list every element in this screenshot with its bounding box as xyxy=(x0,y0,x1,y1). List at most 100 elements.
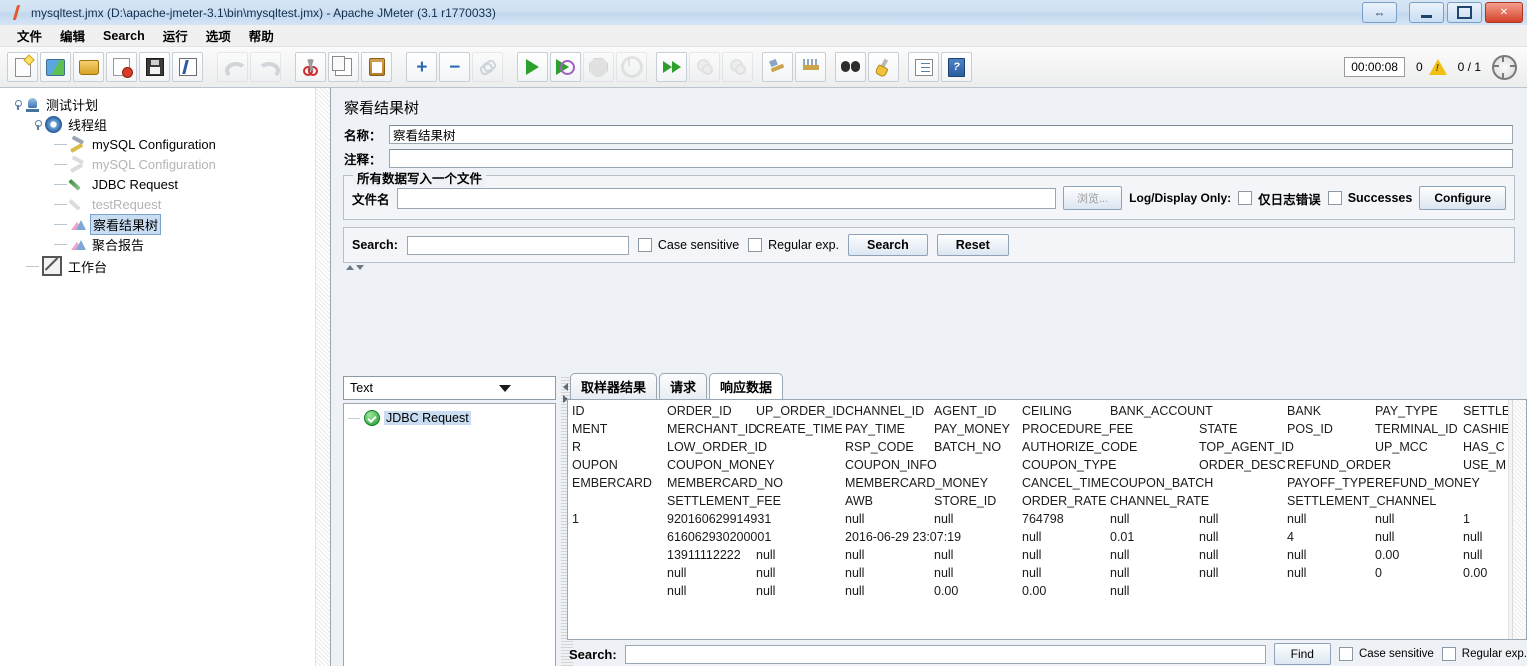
tree-vertical-scrollbar[interactable] xyxy=(315,88,330,666)
render-type-dropdown-button[interactable] xyxy=(450,377,555,399)
menu-options[interactable]: 选项 xyxy=(197,24,240,47)
errors-only-checkbox-row[interactable]: 仅日志错误 xyxy=(1238,189,1321,208)
toolbar-start-no-pauses-button[interactable] xyxy=(550,52,581,82)
toolbar-help-button[interactable]: ? xyxy=(941,52,972,82)
search-input[interactable] xyxy=(406,235,629,255)
toolbar-save-as-button[interactable] xyxy=(172,52,203,82)
restore-down-button[interactable]: ⇔ xyxy=(1362,2,1397,23)
tree-node-mysql-configuration-1[interactable]: mySQL Configuration xyxy=(8,134,330,154)
search-case-sensitive-row[interactable]: Case sensitive xyxy=(637,238,739,252)
search-button[interactable]: Search xyxy=(848,234,928,256)
response-data-cell: 764798 xyxy=(1022,512,1064,526)
toolbar-expand-button[interactable]: + xyxy=(406,52,437,82)
active-threads-count: 0 / 1 xyxy=(1457,60,1481,74)
play-no-pause-icon xyxy=(556,59,575,76)
find-button[interactable]: Find xyxy=(1273,643,1331,665)
toolbar-toggle-button[interactable] xyxy=(472,52,503,82)
response-vertical-scrollbar[interactable] xyxy=(1512,400,1526,639)
tab-sampler-result[interactable]: 取样器结果 xyxy=(570,373,658,399)
filename-input[interactable] xyxy=(396,187,1056,209)
tree-node-mysql-configuration-2[interactable]: mySQL Configuration xyxy=(8,154,330,174)
warning-indicator[interactable]: 0 xyxy=(1416,59,1447,75)
minimize-button[interactable] xyxy=(1409,2,1444,23)
bottom-search-input[interactable] xyxy=(624,644,1266,664)
response-data-cell: null xyxy=(1463,548,1483,562)
tree-node-aggregate-report[interactable]: 聚合报告 xyxy=(8,234,330,254)
toolbar-close-button[interactable] xyxy=(106,52,137,82)
toolbar-paste-button[interactable] xyxy=(361,52,392,82)
toolbar-remote-start-all-button[interactable] xyxy=(656,52,687,82)
response-data-cell: null xyxy=(1110,584,1130,598)
tree-node-thread-group[interactable]: 线程组 xyxy=(8,114,330,134)
menu-run[interactable]: 运行 xyxy=(154,24,197,47)
response-data-row: 13911112222 null null null null null null null 0… xyxy=(572,548,1526,566)
toolbar-clear-all-button[interactable] xyxy=(795,52,826,82)
toolbar-clear-button[interactable] xyxy=(762,52,793,82)
toolbar-remote-stop-all-button[interactable] xyxy=(689,52,720,82)
search-regular-exp-row[interactable]: Regular exp. xyxy=(748,238,839,252)
bottom-regular-exp-label: Regular exp. xyxy=(1461,648,1527,660)
errors-only-checkbox[interactable] xyxy=(1238,191,1253,205)
toolbar-cut-button[interactable] xyxy=(295,52,326,82)
bottom-case-sensitive-checkbox[interactable] xyxy=(1338,647,1353,661)
name-input[interactable] xyxy=(389,125,1513,144)
toolbar-open-button[interactable] xyxy=(73,52,104,82)
toolbar-redo-button[interactable] xyxy=(250,52,281,82)
chevron-up-icon[interactable] xyxy=(346,265,354,270)
response-data-cell: ORDER_ID xyxy=(667,404,732,418)
browse-button[interactable]: 浏览... xyxy=(1062,186,1123,210)
menu-help[interactable]: 帮助 xyxy=(240,24,283,47)
search-reset-button[interactable]: Reset xyxy=(936,234,1009,256)
bottom-case-sensitive-row[interactable]: Case sensitive xyxy=(1338,647,1434,661)
chevron-down-icon[interactable] xyxy=(356,265,364,270)
expand-toggle-icon[interactable] xyxy=(12,99,23,110)
toolbar-function-helper-button[interactable] xyxy=(908,52,939,82)
configure-button[interactable]: Configure xyxy=(1419,186,1506,210)
tab-response-data[interactable]: 响应数据 xyxy=(709,373,784,399)
results-tree-item[interactable]: JDBC Request xyxy=(348,409,555,427)
tree-node-jdbc-request[interactable]: JDBC Request xyxy=(8,174,330,194)
results-tree[interactable]: JDBC Request xyxy=(343,403,556,666)
save-icon xyxy=(145,58,164,76)
broom-icon xyxy=(769,59,786,75)
toolbar-undo-button[interactable] xyxy=(217,52,248,82)
test-plan-tree[interactable]: 测试计划 线程组 mySQL Configuration mySQL Confi… xyxy=(0,88,330,276)
successes-checkbox[interactable] xyxy=(1327,191,1342,205)
toolbar-search-reset-button[interactable] xyxy=(868,52,899,82)
config-element-icon xyxy=(70,137,86,152)
toolbar-shutdown-button[interactable] xyxy=(616,52,647,82)
expand-toggle-icon[interactable] xyxy=(32,119,43,130)
response-data-cell: CREATE_TIME xyxy=(756,422,843,436)
menu-search[interactable]: Search xyxy=(94,27,154,45)
tree-node-view-results-tree[interactable]: 察看结果树 xyxy=(8,213,330,235)
toolbar-remote-shutdown-all-button[interactable] xyxy=(722,52,753,82)
search-regular-exp-checkbox[interactable] xyxy=(748,238,763,252)
bottom-regular-exp-row[interactable]: Regular exp. xyxy=(1441,647,1527,661)
response-data-cell: POS_ID xyxy=(1287,422,1333,436)
bottom-regular-exp-checkbox[interactable] xyxy=(1441,647,1456,661)
comment-input[interactable] xyxy=(389,149,1513,168)
toolbar-stop-button[interactable] xyxy=(583,52,614,82)
menu-file[interactable]: 文件 xyxy=(8,24,51,47)
tree-node-workbench[interactable]: 工作台 xyxy=(8,256,330,276)
toolbar-collapse-button[interactable]: − xyxy=(439,52,470,82)
tab-request[interactable]: 请求 xyxy=(659,373,708,399)
tree-node-test-plan[interactable]: 测试计划 xyxy=(8,94,330,114)
menu-edit[interactable]: 编辑 xyxy=(51,24,94,47)
toolbar-new-button[interactable] xyxy=(7,52,38,82)
toolbar-templates-button[interactable] xyxy=(40,52,71,82)
search-case-sensitive-checkbox[interactable] xyxy=(637,238,652,252)
successes-checkbox-row[interactable]: Successes xyxy=(1327,191,1412,205)
close-button[interactable]: ✕ xyxy=(1485,2,1523,23)
maximize-button[interactable] xyxy=(1447,2,1482,23)
toolbar-copy-button[interactable] xyxy=(328,52,359,82)
toolbar-start-button[interactable] xyxy=(517,52,548,82)
tree-node-label: mySQL Configuration xyxy=(92,156,216,172)
write-results-group-title: 所有数据写入一个文件 xyxy=(353,168,487,187)
collapse-handle[interactable] xyxy=(343,263,1515,272)
response-data-view[interactable]: ID ORDER_ID UP_ORDER_ID CHANNEL_ID AGENT_ID C… xyxy=(567,399,1527,640)
tree-node-testrequest[interactable]: testRequest xyxy=(8,194,330,214)
toolbar-save-button[interactable] xyxy=(139,52,170,82)
toolbar-search-button[interactable] xyxy=(835,52,866,82)
render-type-combobox[interactable]: Text xyxy=(343,376,556,400)
